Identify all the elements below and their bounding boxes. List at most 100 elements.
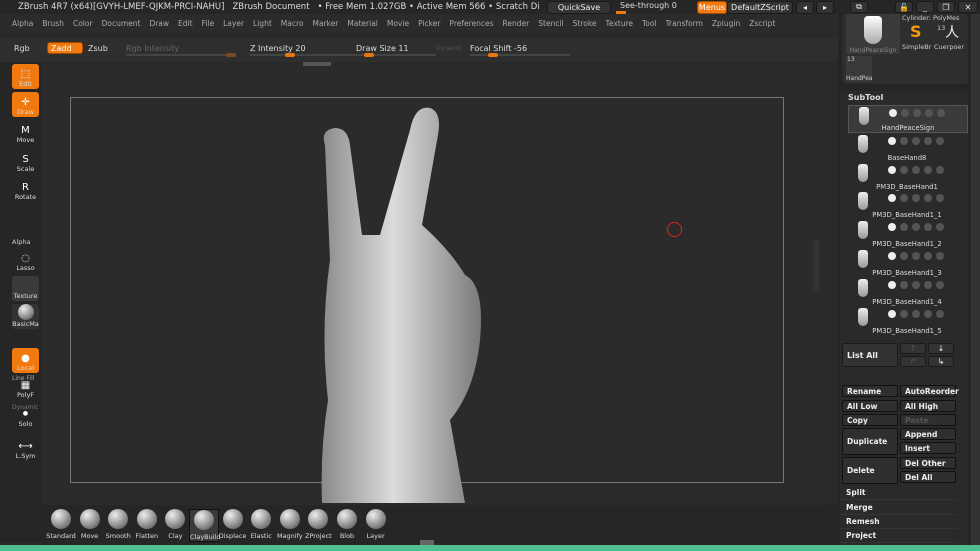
mode-toggle[interactable] bbox=[912, 252, 920, 260]
brush-toggle[interactable] bbox=[924, 194, 932, 203]
menu-document[interactable]: Document bbox=[102, 19, 141, 28]
lasso-button[interactable]: ◌ Lasso bbox=[12, 248, 39, 273]
brush-toggle[interactable] bbox=[924, 280, 932, 289]
subtool-item[interactable]: HandPeaceSign bbox=[848, 105, 968, 133]
subtool-item[interactable]: PM3D_BaseHand1_5 bbox=[848, 307, 968, 335]
close-icon[interactable]: ✕ bbox=[958, 1, 978, 13]
polypaint-toggle[interactable] bbox=[900, 194, 908, 203]
eye-icon[interactable] bbox=[936, 136, 944, 145]
project-section[interactable]: Project bbox=[840, 529, 958, 543]
menu-zscript[interactable]: Zscript bbox=[749, 19, 775, 28]
menu-marker[interactable]: Marker bbox=[312, 19, 338, 28]
polypaint-toggle[interactable] bbox=[901, 109, 909, 117]
restore-icon[interactable]: ❐ bbox=[937, 1, 955, 13]
del-all-button[interactable]: Del All bbox=[900, 471, 956, 483]
menu-file[interactable]: File bbox=[202, 19, 215, 28]
minimize-icon[interactable]: _ bbox=[916, 1, 934, 13]
visibility-toggle[interactable] bbox=[888, 309, 896, 318]
polypaint-toggle[interactable] bbox=[900, 252, 908, 260]
brush-standard[interactable]: Standard bbox=[46, 509, 76, 540]
subtool-item[interactable]: PM3D_BaseHand1_3 bbox=[848, 249, 968, 277]
menus-button[interactable]: Menus bbox=[697, 1, 727, 14]
right-collapse-handle[interactable] bbox=[813, 240, 819, 290]
brush-toggle[interactable] bbox=[924, 136, 932, 145]
merge-section[interactable]: Merge bbox=[840, 501, 958, 515]
rgb-intensity-slider[interactable]: Rgb Intensity bbox=[126, 44, 179, 53]
menu-zplugin[interactable]: Zplugin bbox=[712, 19, 740, 28]
append-button[interactable]: Append bbox=[900, 428, 956, 440]
menu-layer[interactable]: Layer bbox=[223, 19, 244, 28]
brush-blob[interactable]: Blob bbox=[332, 509, 362, 540]
visibility-toggle[interactable] bbox=[888, 252, 896, 260]
lsym-button[interactable]: ⟷ L.Sym bbox=[12, 436, 39, 461]
focal-shift-slider[interactable]: Focal Shift -56 bbox=[470, 44, 527, 53]
visibility-toggle[interactable] bbox=[888, 223, 896, 232]
tray-scrollbar[interactable] bbox=[971, 14, 980, 545]
zsub-button[interactable]: Zsub bbox=[88, 44, 108, 53]
brush-displace[interactable]: Displace bbox=[218, 509, 248, 540]
hand-model[interactable] bbox=[300, 100, 520, 505]
subtool-item[interactable]: PM3D_BaseHand1_1 bbox=[848, 191, 968, 219]
delete-button[interactable]: Delete bbox=[842, 457, 898, 484]
menu-edit[interactable]: Edit bbox=[178, 19, 193, 28]
brush-toggle[interactable] bbox=[925, 109, 933, 117]
subtool-item[interactable]: PM3D_BaseHand1_4 bbox=[848, 278, 968, 306]
material-button[interactable]: BasicMa bbox=[12, 304, 39, 329]
brush-zproject[interactable]: ZProject bbox=[303, 509, 333, 540]
eye-icon[interactable] bbox=[936, 252, 944, 260]
menu-picker[interactable]: Picker bbox=[418, 19, 440, 28]
polypaint-toggle[interactable] bbox=[900, 280, 908, 289]
eye-icon[interactable] bbox=[936, 223, 944, 232]
mode-toggle[interactable] bbox=[912, 280, 920, 289]
edit-button[interactable]: ⬚ Edit bbox=[12, 64, 39, 89]
scale-button[interactable]: S Scale bbox=[12, 149, 39, 174]
current-tool-thumb[interactable]: HandPeaceSign bbox=[846, 14, 900, 54]
menu-transform[interactable]: Transform bbox=[666, 19, 703, 28]
insert-button[interactable]: Insert bbox=[900, 442, 956, 454]
brush-layer[interactable]: Layer bbox=[361, 509, 391, 540]
split-section[interactable]: Split bbox=[840, 486, 958, 500]
polypaint-toggle[interactable] bbox=[900, 309, 908, 318]
menu-tool[interactable]: Tool bbox=[642, 19, 657, 28]
polypaint-toggle[interactable] bbox=[900, 223, 908, 232]
autoreorder-button[interactable]: AutoReorder bbox=[900, 385, 959, 397]
polyf-button[interactable]: ▦ PolyF bbox=[12, 375, 39, 400]
menu-material[interactable]: Material bbox=[347, 19, 377, 28]
subtool-item[interactable]: BaseHand8 bbox=[848, 134, 968, 162]
brush-elastic[interactable]: Elastic bbox=[246, 509, 276, 540]
menu-macro[interactable]: Macro bbox=[281, 19, 304, 28]
brush-move[interactable]: Move bbox=[75, 509, 105, 540]
brush-magnify[interactable]: Magnify bbox=[275, 509, 305, 540]
brush-toggle[interactable] bbox=[924, 309, 932, 318]
visibility-toggle[interactable] bbox=[889, 109, 897, 117]
all-high-button[interactable]: All High bbox=[900, 400, 956, 412]
move-button[interactable]: M Move bbox=[12, 120, 39, 145]
menu-alpha[interactable]: Alpha bbox=[12, 19, 33, 28]
move-down-right-button[interactable]: ↳ bbox=[928, 356, 954, 367]
visibility-toggle[interactable] bbox=[888, 280, 896, 289]
move-up-button[interactable]: ↑ bbox=[900, 343, 926, 354]
brush-smooth[interactable]: Smooth bbox=[103, 509, 133, 540]
draw-size-slider[interactable]: Draw Size 11 bbox=[356, 44, 409, 53]
menu-brush[interactable]: Brush bbox=[42, 19, 64, 28]
eye-icon[interactable] bbox=[936, 165, 944, 174]
remesh-section[interactable]: Remesh bbox=[840, 515, 958, 529]
visibility-toggle[interactable] bbox=[888, 136, 896, 145]
polypaint-toggle[interactable] bbox=[900, 136, 908, 145]
subtool-item[interactable]: PM3D_BaseHand1 bbox=[848, 163, 968, 191]
brush-toggle[interactable] bbox=[924, 223, 932, 232]
brush-clay[interactable]: Clay bbox=[160, 509, 190, 540]
polypaint-toggle[interactable] bbox=[900, 165, 908, 174]
rename-button[interactable]: Rename bbox=[842, 385, 898, 397]
copy-button[interactable]: Copy bbox=[842, 414, 898, 426]
paste-button[interactable]: Paste bbox=[900, 414, 956, 426]
simplebrush-icon[interactable]: S bbox=[910, 22, 922, 41]
list-all-button[interactable]: List All bbox=[842, 343, 898, 367]
menu-draw[interactable]: Draw bbox=[149, 19, 169, 28]
quicksave-button[interactable]: QuickSave bbox=[547, 1, 611, 14]
script-button[interactable]: DefaultZScript bbox=[727, 1, 793, 14]
brush-toggle[interactable] bbox=[924, 165, 932, 174]
zadd-button[interactable]: Zadd bbox=[47, 42, 83, 54]
visibility-toggle[interactable] bbox=[888, 165, 896, 174]
menu-movie[interactable]: Movie bbox=[387, 19, 409, 28]
